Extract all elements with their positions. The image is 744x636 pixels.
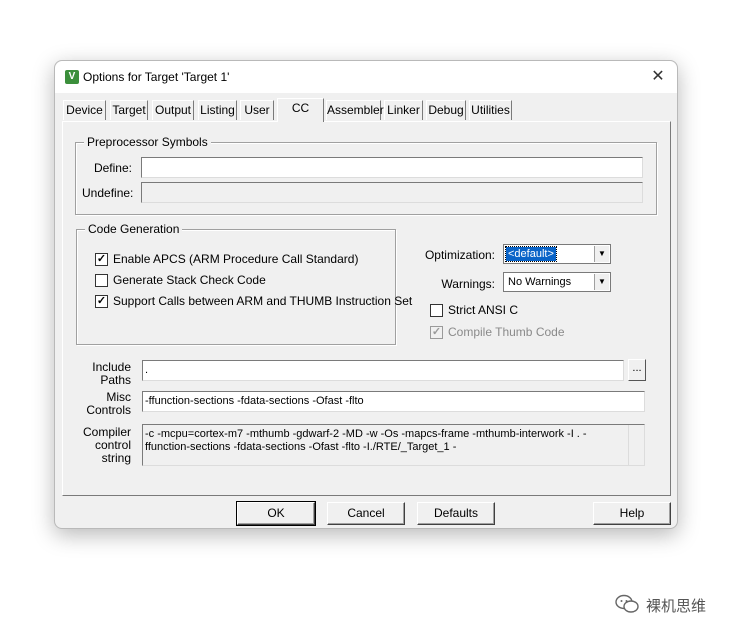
stack-check-option[interactable]: Generate Stack Check Code	[95, 274, 385, 288]
include-paths-input[interactable]: .	[142, 360, 624, 381]
misc-controls-label-1: Misc	[106, 390, 131, 404]
browse-include-paths-button[interactable]: ...	[628, 359, 646, 381]
window-title: Options for Target 'Target 1'	[83, 70, 230, 84]
warnings-select[interactable]: No Warnings ▼	[503, 272, 611, 292]
define-label: Define:	[93, 161, 132, 175]
chevron-down-icon[interactable]: ▼	[594, 246, 609, 262]
warnings-label: Warnings:	[441, 277, 495, 291]
strict-ansi-option[interactable]: Strict ANSI C	[430, 304, 610, 318]
compile-thumb-label: Compile Thumb Code	[448, 325, 565, 339]
optimization-select[interactable]: <default> ▼	[503, 244, 611, 264]
tab-strip: Device Target Output Listing User CC Ass…	[63, 98, 671, 122]
compiler-control-label-2: control	[94, 438, 131, 452]
tab-cc[interactable]: CC	[277, 98, 324, 122]
compiler-control-scrollbar[interactable]	[628, 425, 644, 465]
tab-target[interactable]: Target	[110, 100, 148, 120]
title-bar: V Options for Target 'Target 1' ✕	[55, 61, 677, 93]
tab-assembler[interactable]: Assembler	[326, 100, 384, 120]
undefine-label: Undefine:	[82, 186, 134, 200]
compile-thumb-option: ✓ Compile Thumb Code	[430, 326, 610, 340]
strict-ansi-checkbox[interactable]	[430, 304, 443, 317]
tab-output[interactable]: Output	[152, 100, 194, 120]
misc-controls-input[interactable]: -ffunction-sections -fdata-sections -Ofa…	[142, 391, 645, 412]
undefine-input	[141, 182, 643, 203]
chevron-down-icon[interactable]: ▼	[594, 274, 609, 290]
help-button[interactable]: Help	[593, 502, 671, 525]
enable-apcs-label: Enable APCS (ARM Procedure Call Standard…	[113, 252, 359, 266]
arm-thumb-calls-label: Support Calls between ARM and THUMB Inst…	[113, 294, 413, 308]
cancel-button[interactable]: Cancel	[327, 502, 405, 525]
include-paths-label-2: Paths	[100, 373, 131, 387]
compile-thumb-checkbox: ✓	[430, 326, 443, 339]
tab-debug[interactable]: Debug	[426, 100, 466, 120]
arm-thumb-calls-option[interactable]: ✓ Support Calls between ARM and THUMB In…	[95, 295, 412, 309]
compiler-control-label-1: Compiler	[82, 425, 131, 439]
tab-device[interactable]: Device	[63, 100, 106, 120]
defaults-button[interactable]: Defaults	[417, 502, 495, 525]
keil-uvision-icon: V	[65, 70, 79, 84]
define-input[interactable]	[141, 157, 643, 178]
warnings-value: No Warnings	[508, 276, 572, 288]
strict-ansi-label: Strict ANSI C	[448, 303, 519, 317]
tab-utilities[interactable]: Utilities	[469, 100, 512, 120]
preprocessor-symbols-label: Preprocessor Symbols	[84, 135, 211, 149]
code-generation-label: Code Generation	[85, 222, 183, 236]
stack-check-label: Generate Stack Check Code	[113, 273, 266, 287]
options-dialog: V Options for Target 'Target 1' ✕ Device…	[54, 60, 678, 529]
enable-apcs-checkbox[interactable]: ✓	[95, 253, 108, 266]
wechat-icon	[615, 594, 639, 613]
code-generation-group: Code Generation ✓ Enable APCS (ARM Proce…	[76, 222, 412, 345]
optimization-value: <default>	[505, 246, 557, 262]
cc-tab-panel: Preprocessor Symbols Define: Undefine: C…	[62, 121, 671, 496]
close-button[interactable]: ✕	[647, 66, 669, 88]
arm-thumb-calls-checkbox[interactable]: ✓	[95, 295, 108, 308]
tab-linker[interactable]: Linker	[384, 100, 423, 120]
tab-user[interactable]: User	[240, 100, 274, 120]
ok-button[interactable]: OK	[236, 501, 316, 526]
watermark-text: 裸机思维	[646, 598, 707, 615]
stack-check-checkbox[interactable]	[95, 274, 108, 287]
enable-apcs-option[interactable]: ✓ Enable APCS (ARM Procedure Call Standa…	[95, 253, 385, 267]
compiler-control-string: -c -mcpu=cortex-m7 -mthumb -gdwarf-2 -MD…	[142, 424, 645, 466]
include-paths-label-1: Include	[92, 360, 131, 374]
optimization-label: Optimization:	[424, 248, 495, 262]
compiler-control-label-3: string	[101, 451, 131, 465]
tab-listing[interactable]: Listing	[198, 100, 237, 120]
preprocessor-symbols-group: Preprocessor Symbols Define: Undefine:	[75, 135, 657, 215]
misc-controls-label-2: Controls	[86, 403, 131, 417]
